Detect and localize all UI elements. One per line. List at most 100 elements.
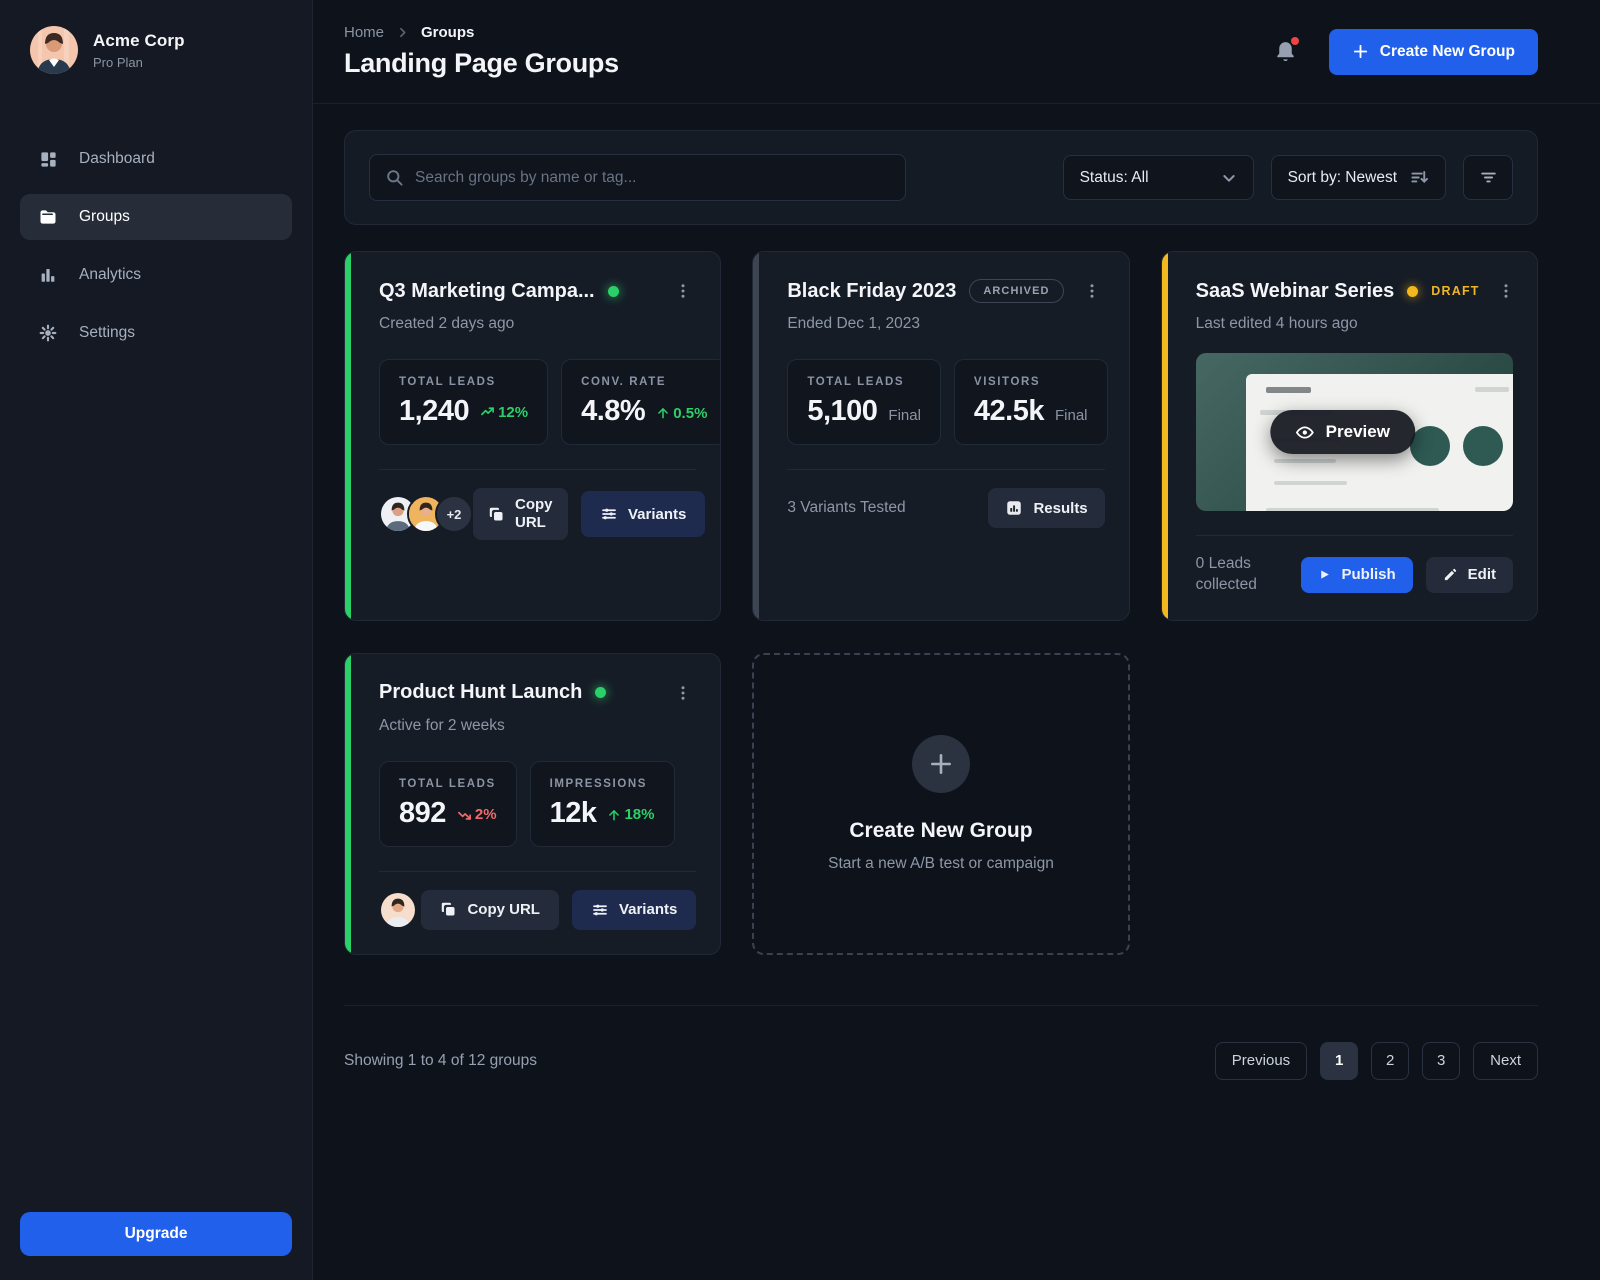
variants-button[interactable]: Variants (571, 889, 697, 930)
sidebar-item-dashboard[interactable]: Dashboard (20, 136, 292, 182)
eye-icon (1296, 423, 1315, 442)
org-header[interactable]: Acme Corp Pro Plan (20, 26, 292, 74)
gear-icon (38, 323, 58, 343)
status-stripe (345, 653, 351, 954)
sidebar-item-settings[interactable]: Settings (20, 310, 292, 356)
stat-suffix: Final (888, 407, 921, 424)
copy-icon (488, 506, 505, 523)
page-preview-thumbnail[interactable]: Preview (1195, 353, 1513, 511)
results-label: Results (1033, 499, 1088, 517)
sidebar-item-analytics[interactable]: Analytics (20, 252, 292, 298)
card-title: Product Hunt Launch (379, 681, 583, 704)
plus-circle-icon (911, 734, 970, 793)
card-meta: Created 2 days ago (379, 315, 515, 332)
create-new-group-label: Create New Group (1379, 42, 1515, 60)
status-stripe (1161, 252, 1168, 620)
card-footer: +2 Copy URL Variants (379, 469, 706, 540)
sliders-icon (600, 505, 618, 523)
results-button[interactable]: Results (988, 488, 1105, 528)
sidebar-nav: Dashboard Groups Analytics Settings (20, 136, 292, 356)
chevron-right-icon (396, 26, 409, 39)
arrow-up-icon (607, 808, 621, 822)
header-left: Home Groups Landing Page Groups (344, 24, 619, 79)
upgrade-button[interactable]: Upgrade (20, 1212, 292, 1256)
create-card-subtitle: Start a new A/B test or campaign (828, 854, 1054, 872)
results-chart-icon (1005, 499, 1023, 517)
sort-select[interactable]: Sort by: Newest (1270, 155, 1446, 200)
group-card-saas-webinar: SaaS Webinar Series DRAFT Last edited 4 … (1160, 251, 1538, 621)
sidebar-item-groups[interactable]: Groups (20, 194, 292, 240)
pencil-icon (1443, 567, 1458, 582)
stat-conv-rate: CONV. RATE 4.8% 0.5% (561, 359, 721, 445)
variants-button[interactable]: Variants (581, 491, 706, 537)
stat-delta: 0.5% (656, 405, 707, 422)
sliders-icon (591, 901, 609, 919)
card-menu-button[interactable] (1079, 278, 1105, 304)
card-menu-button[interactable] (670, 680, 696, 706)
card-stats: TOTAL LEADS 892 2% IMPRESSIONS 12k 18% (379, 760, 696, 847)
filter-controls: Status: All Sort by: Newest (1062, 155, 1513, 200)
filter-lines-icon (1479, 168, 1498, 187)
advanced-filter-button[interactable] (1463, 155, 1513, 200)
stat-value: 42.5k (973, 395, 1045, 427)
results-summary: Showing 1 to 4 of 12 groups (344, 1051, 538, 1069)
page-button-2[interactable]: 2 (1371, 1041, 1410, 1080)
stat-value: 892 (399, 796, 446, 829)
main-area: Home Groups Landing Page Groups Create N… (313, 0, 1600, 1280)
stat-total-leads: TOTAL LEADS 892 2% (379, 760, 517, 847)
card-menu-button[interactable] (1493, 278, 1519, 304)
sidebar-item-label: Groups (79, 208, 130, 225)
sidebar-item-label: Dashboard (79, 150, 155, 167)
copy-url-button[interactable]: Copy URL (473, 488, 568, 540)
dashboard-icon (38, 149, 58, 169)
page-button-1[interactable]: 1 (1320, 1041, 1359, 1080)
stat-value: 12k (549, 796, 597, 829)
card-meta: Last edited 4 hours ago (1195, 315, 1358, 332)
copy-icon (440, 901, 457, 918)
status-filter-select[interactable]: Status: All (1062, 155, 1254, 200)
edit-button[interactable]: Edit (1425, 556, 1513, 593)
play-icon (1318, 568, 1331, 581)
avatar (379, 890, 417, 929)
card-title: Black Friday 2023 (787, 279, 957, 302)
variants-label: Variants (618, 901, 678, 919)
card-header: Q3 Marketing Campa... (379, 278, 696, 304)
card-footer: 3 Variants Tested Results (787, 469, 1105, 528)
avatar-stack (379, 890, 417, 929)
card-meta: Active for 2 weeks (379, 716, 505, 734)
card-footer: Copy URL Variants (379, 870, 697, 930)
stat-value: 5,100 (807, 395, 878, 427)
card-header: Product Hunt Launch (379, 680, 696, 706)
notification-dot (1290, 36, 1299, 45)
search-input[interactable] (415, 168, 890, 187)
next-page-button[interactable]: Next (1473, 1041, 1538, 1080)
stat-delta-value: 2% (474, 805, 497, 823)
card-actions: Copy URL Variants (473, 488, 706, 540)
card-meta: Ended Dec 1, 2023 (787, 315, 921, 332)
pagination-bar: Showing 1 to 4 of 12 groups Previous 1 2… (344, 1004, 1538, 1080)
create-new-group-button[interactable]: Create New Group (1328, 28, 1538, 75)
previous-page-button[interactable]: Previous (1214, 1041, 1308, 1080)
publish-button[interactable]: Publish (1301, 556, 1413, 593)
stat-total-leads: TOTAL LEADS 5,100 Final (787, 359, 941, 445)
trend-up-icon (480, 405, 495, 420)
card-header: Black Friday 2023 ARCHIVED (787, 278, 1104, 304)
page-button-3[interactable]: 3 (1422, 1041, 1461, 1080)
stat-label: TOTAL LEADS (399, 777, 496, 790)
preview-label: Preview (1325, 422, 1390, 441)
variants-tested-note: 3 Variants Tested (787, 499, 906, 516)
header-right: Create New Group (1269, 28, 1538, 75)
card-menu-button[interactable] (670, 278, 696, 304)
card-actions: Publish Edit (1301, 556, 1513, 593)
stat-label: IMPRESSIONS (549, 777, 648, 790)
stat-delta-value: 18% (624, 806, 655, 824)
sidebar-item-label: Settings (79, 324, 136, 341)
leads-collected-note: 0 Leads collected (1195, 555, 1257, 593)
notifications-button[interactable] (1269, 35, 1303, 69)
copy-url-button[interactable]: Copy URL (421, 889, 559, 930)
preview-overlay-button[interactable]: Preview (1270, 410, 1415, 454)
create-group-card[interactable]: Create New Group Start a new A/B test or… (752, 652, 1130, 955)
breadcrumb-home[interactable]: Home (344, 24, 384, 41)
stat-delta: 18% (607, 806, 655, 824)
sidebar: Acme Corp Pro Plan Dashboard Groups Anal… (0, 0, 313, 1280)
